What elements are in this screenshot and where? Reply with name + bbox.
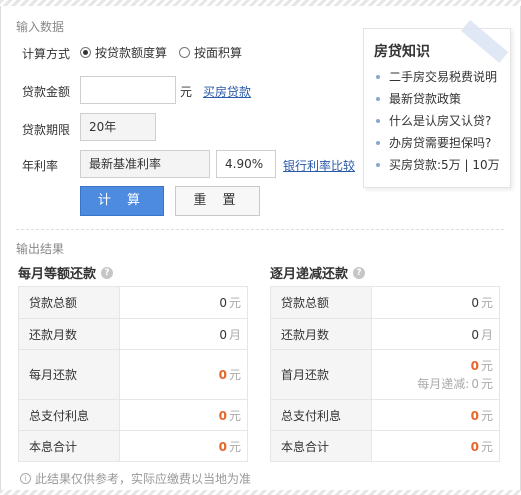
row-label: 本息合计 [270, 430, 372, 462]
table-row: 本息合计 0元 [270, 430, 500, 462]
reset-button[interactable]: 重 置 [175, 186, 260, 216]
radio-by-loan-amount[interactable]: 按贷款额度算 [80, 44, 167, 61]
table-row: 总支付利息 0元 [18, 399, 248, 431]
knowledge-list: 二手房交易税费说明 最新贷款政策 什么是认房又认贷? 办房贷需要担保吗? 买房贷… [374, 66, 500, 176]
bottom-border-decoration [0, 490, 521, 495]
row-value: 0元 [119, 349, 248, 400]
row-value: 0元 每月递减: 0 元 [371, 349, 500, 400]
output-section-title: 输出结果 [16, 242, 65, 256]
row-label: 贷款总额 [18, 286, 120, 319]
knowledge-item[interactable]: 最新贷款政策 [374, 88, 500, 110]
help-icon[interactable]: ? [101, 266, 114, 279]
row-label: 本息合计 [18, 430, 120, 462]
knowledge-item[interactable]: 买房贷款:5万 | 10万 [374, 154, 500, 176]
row-value: 0元 [371, 430, 500, 462]
decreasing-payment-table: 贷款总额 0元 还款月数 0月 首月还款 0元 每月递减: 0 元 总支付利息 0元… [270, 286, 500, 462]
row-label: 首月还款 [270, 349, 372, 400]
table-row: 贷款总额 0元 [18, 286, 248, 319]
calculate-button[interactable]: 计 算 [80, 186, 164, 216]
disclaimer-note: i 此结果仅供参考，实际应缴费以当地为准 [20, 470, 251, 487]
row-label: 还款月数 [18, 318, 120, 350]
row-value: 0元 [371, 286, 500, 319]
loan-term-label: 贷款期限 [22, 123, 71, 137]
equal-payment-table: 贷款总额 0元 还款月数 0月 每月还款 0元 总支付利息 0元 本息合计 0元 [18, 286, 248, 462]
table-row: 总支付利息 0元 [270, 399, 500, 431]
loan-amount-unit: 元 [180, 85, 193, 99]
loan-amount-label: 贷款金额 [22, 85, 71, 99]
radio-label: 按面积算 [194, 46, 243, 60]
table-row: 本息合计 0元 [18, 430, 248, 462]
info-icon: i [20, 473, 31, 484]
row-label: 贷款总额 [270, 286, 372, 319]
equal-payment-title-text: 每月等额还款 [18, 267, 97, 282]
radio-checked-icon [80, 47, 91, 58]
radio-unchecked-icon [179, 47, 190, 58]
rate-type-select[interactable]: 最新基准利率 [80, 150, 210, 178]
decreasing-payment-title-text: 逐月递减还款 [270, 267, 349, 282]
row-value: 0月 [371, 318, 500, 350]
loan-amount-input[interactable] [80, 76, 176, 104]
row-value: 0元 [119, 286, 248, 319]
row-label: 总支付利息 [18, 399, 120, 431]
section-divider [16, 229, 504, 230]
loan-term-select[interactable]: 20年 [80, 113, 156, 141]
row-value: 0月 [119, 318, 248, 350]
row-label: 还款月数 [270, 318, 372, 350]
table-row: 贷款总额 0元 [270, 286, 500, 319]
radio-by-area[interactable]: 按面积算 [179, 44, 242, 61]
table-row: 还款月数 0月 [18, 318, 248, 350]
table-row: 还款月数 0月 [270, 318, 500, 350]
row-value: 0元 [119, 430, 248, 462]
calc-method-label: 计算方式 [22, 47, 71, 61]
row-label: 总支付利息 [270, 399, 372, 431]
radio-label: 按贷款额度算 [95, 46, 168, 60]
buy-house-loan-link[interactable]: 买房贷款 [203, 83, 251, 100]
help-icon[interactable]: ? [353, 266, 366, 279]
knowledge-title: 房贷知识 [374, 44, 430, 60]
row-value: 0元 [371, 399, 500, 431]
disclaimer-text: 此结果仅供参考，实际应缴费以当地为准 [35, 472, 252, 486]
annual-rate-label: 年利率 [22, 159, 59, 173]
row-value: 0元 [119, 399, 248, 431]
input-section-title: 输入数据 [16, 20, 65, 34]
bank-rate-compare-link[interactable]: 银行利率比较 [283, 157, 355, 174]
row-label: 每月还款 [18, 349, 120, 400]
rate-value-input[interactable]: 4.90% [216, 150, 276, 178]
knowledge-item[interactable]: 办房贷需要担保吗? [374, 132, 500, 154]
decreasing-payment-title: 逐月递减还款 ? [270, 263, 366, 282]
equal-payment-title: 每月等额还款 ? [18, 263, 114, 282]
table-row: 首月还款 0元 每月递减: 0 元 [270, 349, 500, 400]
knowledge-item[interactable]: 二手房交易税费说明 [374, 66, 500, 88]
top-border-decoration [0, 0, 521, 6]
knowledge-item[interactable]: 什么是认房又认贷? [374, 110, 500, 132]
table-row: 每月还款 0元 [18, 349, 248, 400]
